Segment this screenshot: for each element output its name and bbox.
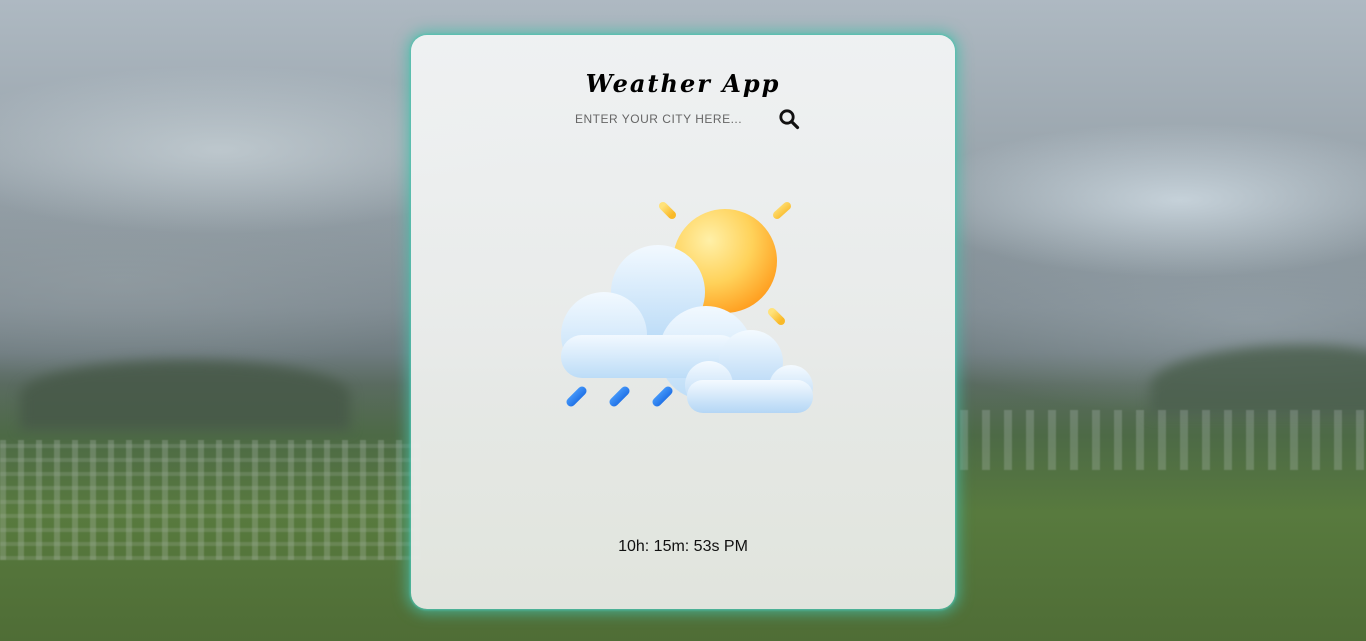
app-title: Weather App: [585, 69, 781, 98]
search-button[interactable]: [777, 107, 801, 131]
current-time: 10h: 15m: 53s PM: [618, 538, 748, 555]
partly-sunny-rain-icon: [561, 179, 813, 413]
search-bar: [571, 107, 803, 131]
background-town: [0, 440, 420, 560]
background-hill: [20, 360, 350, 430]
weather-card: Weather App ENTER YOUR CITY HERE... 10h:…: [411, 35, 955, 609]
background-town: [960, 410, 1366, 470]
city-search-input[interactable]: [575, 109, 755, 129]
search-icon: [779, 109, 800, 130]
rain-drops: [566, 386, 673, 407]
